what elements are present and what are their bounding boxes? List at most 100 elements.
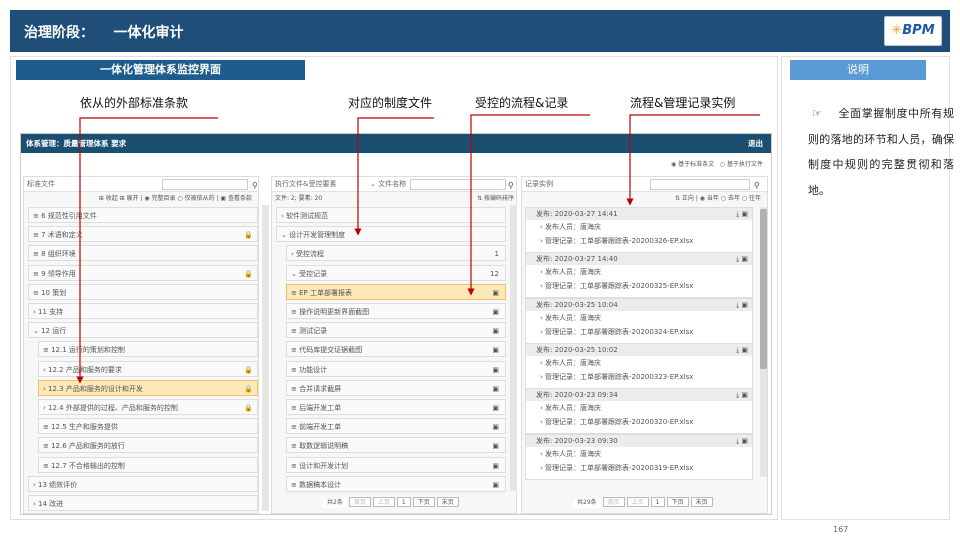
scrollbar-thumb[interactable] [760, 209, 767, 369]
view-icon[interactable]: ▣ [492, 285, 499, 299]
view-icon[interactable]: ▣ [492, 419, 499, 433]
tree-item-label: ≡ 7 术语和定义 [33, 231, 83, 240]
standard-search-input[interactable] [162, 179, 248, 190]
scrollbar[interactable] [262, 205, 269, 511]
pager-next-button[interactable]: 下页 [666, 497, 689, 507]
tree-item-label: › 12.3 产品和服务的设计和开发 [43, 384, 143, 393]
policy-item[interactable]: ≡ 合并请求截屏 ▣ [286, 379, 506, 396]
pager-page-button[interactable]: 1 [650, 497, 665, 507]
record-file-link[interactable]: › 管理记录：工单部署跟踪表-20200324-EP.xlsx [526, 325, 752, 339]
tree-item[interactable]: ≡ 12.5 生产和服务提供 [38, 418, 258, 435]
download-view-icons[interactable]: ⤓ ▣ [736, 253, 748, 265]
record-options[interactable]: ⇅ 正向 | ◉ 当年 ○ 去年 ○ 往年 [522, 192, 767, 205]
policy-item[interactable]: › 受控流程 1 [286, 245, 506, 262]
view-icon[interactable]: ▣ [492, 362, 499, 376]
policy-item[interactable]: ≡ 操作说明更新界面截图 ▣ [286, 303, 506, 319]
pager-first-button[interactable]: 首页 [348, 497, 371, 507]
download-view-icons[interactable]: ⤓ ▣ [736, 389, 748, 401]
pager-last-button[interactable]: 末页 [690, 497, 713, 507]
lock-icon: 🔒 [244, 269, 253, 278]
exit-link[interactable]: 退出 [748, 134, 763, 153]
download-view-icons[interactable]: ⤓ ▣ [736, 435, 748, 447]
tree-item[interactable]: › 11 支持 [28, 303, 258, 319]
pager-prev-button[interactable]: 上页 [372, 497, 395, 507]
tree-item[interactable]: › 12.3 产品和服务的设计和开发 🔒 [38, 379, 258, 396]
tree-item[interactable]: › 12.4 外部提供的过程、产品和服务的控制 🔒 [38, 399, 258, 415]
pager-page-button[interactable]: 1 [396, 497, 411, 507]
view-icon[interactable]: ▣ [492, 342, 499, 356]
tree-item-label: ≡ 12.7 不合格输出的控制 [43, 461, 125, 470]
tree-item[interactable]: ≡ 12.1 运行的策划和控制 [38, 341, 258, 358]
slide-header: 治理阶段： 一体化审计 ✳BPM [10, 10, 950, 52]
tree-item[interactable]: ≡ 6 规范性引用文件 [28, 207, 258, 223]
tree-item-label: ≡ 10 策划 [33, 288, 67, 297]
policy-item[interactable]: ≡ 后端开发工单 ▣ [286, 399, 506, 415]
pager-last-button[interactable]: 末页 [436, 497, 459, 507]
policy-item[interactable]: ≡ 功能设计 ▣ [286, 360, 506, 377]
tree-item[interactable]: ≡ 8 组织环境 [28, 245, 258, 262]
tree-item[interactable]: ≡ 7 术语和定义 🔒 [28, 226, 258, 243]
pager-next-button[interactable]: 下页 [412, 497, 435, 507]
record-file-link[interactable]: › 管理记录：工单部署跟踪表-20200320-EP.xlsx [526, 415, 752, 429]
policy-item[interactable]: › 软件测试规范 [276, 207, 506, 223]
policy-item[interactable]: ≡ 数据稿本设计 ▣ [286, 475, 506, 492]
policy-item[interactable]: ≡ EP 工单部署报表 ▣ [286, 283, 506, 300]
policy-item[interactable]: ≡ 设计和开发计划 ▣ [286, 456, 506, 473]
record-file-link[interactable]: › 管理记录：工单部署跟踪表-20200326-EP.xlsx [526, 234, 752, 248]
record-card: 发布: 2020-03-23 09:30 ⤓ ▣ › 发布人员：唐海庆 › 管理记录：… [525, 433, 753, 480]
policy-item-label: ≡ 功能设计 [291, 365, 328, 374]
record-card: 发布: 2020-03-27 14:40 ⤓ ▣ › 发布人员：唐海庆 › 管理记录：… [525, 252, 753, 299]
tree-item[interactable]: › 14 改进 [28, 495, 258, 511]
policy-item[interactable]: ≡ 前端开发工单 ▣ [286, 418, 506, 435]
tree-item[interactable]: ≡ 12.7 不合格输出的控制 [38, 456, 258, 473]
policy-item[interactable]: ⌄ 设计开发管理制度 [276, 226, 506, 243]
policy-item[interactable]: ≡ 代码库提交证据截图 ▣ [286, 341, 506, 358]
policy-search-input[interactable] [410, 179, 506, 190]
view-icon[interactable]: ▣ [492, 323, 499, 337]
view-icon[interactable]: ▣ [492, 438, 499, 452]
lock-icon: 🔒 [244, 404, 253, 412]
tree-item[interactable]: ≡ 9 领导作用 🔒 [28, 264, 258, 281]
download-view-icons[interactable]: ⤓ ▣ [736, 344, 748, 356]
download-view-icons[interactable]: ⤓ ▣ [736, 208, 748, 220]
view-icon[interactable]: ▣ [492, 458, 499, 472]
tree-item[interactable]: ≡ 10 策划 [28, 283, 258, 300]
tree-item[interactable]: › 13 绩效评价 [28, 475, 258, 492]
view-icon[interactable]: ▣ [492, 304, 499, 318]
policy-item-label: ≡ 取数逻辑说明稿 [291, 442, 349, 451]
search-icon[interactable]: ⚲ [754, 179, 760, 193]
view-icon[interactable]: ▣ [492, 477, 499, 491]
pager-prev-button[interactable]: 上页 [626, 497, 649, 507]
search-icon[interactable]: ⚲ [508, 179, 514, 193]
download-view-icons[interactable]: ⤓ ▣ [736, 299, 748, 311]
tree-item[interactable]: ≡ 12.6 产品和服务的放行 [38, 437, 258, 454]
tree-item[interactable]: › 12.2 产品和服务的要求 🔒 [38, 360, 258, 377]
record-file-link[interactable]: › 管理记录：工单部署跟踪表-20200323-EP.xlsx [526, 370, 752, 384]
record-pager[interactable]: 共29条 首页 上页 1 下页 末页 [572, 497, 714, 508]
policy-item[interactable]: ⌄ 受控记录 12 [286, 264, 506, 281]
record-date: 发布: 2020-03-23 09:34 ⤓ ▣ [526, 389, 752, 402]
record-date: 发布: 2020-03-23 09:30 ⤓ ▣ [526, 434, 752, 447]
pager-first-button[interactable]: 首页 [602, 497, 625, 507]
record-card: 发布: 2020-03-25 10:04 ⤓ ▣ › 发布人员：唐海庆 › 管理记录：… [525, 297, 753, 344]
sort-button[interactable]: ⇅ 按编码排序 [477, 192, 514, 205]
bpm-logo: ✳BPM [884, 16, 942, 46]
search-icon[interactable]: ⚲ [252, 179, 258, 193]
record-person: › 发布人员：唐海庆 [540, 404, 602, 413]
policy-item[interactable]: ≡ 取数逻辑说明稿 ▣ [286, 437, 506, 454]
view-icon[interactable]: ▣ [492, 381, 499, 395]
standard-options[interactable]: ⊞ 收起 ⊞ 展开 | ◉ 完整目录 ○ 仅被依从的 | ▣ 查看条款 [24, 192, 258, 205]
record-date-label: 发布: 2020-03-23 09:34 [536, 391, 618, 400]
policy-pager[interactable]: 共2条 首页 上页 1 下页 末页 [322, 497, 460, 508]
record-file-link[interactable]: › 管理记录：工单部署跟踪表-20200319-EP.xlsx [526, 461, 752, 475]
tree-item-label: ≡ 12.5 生产和服务提供 [43, 423, 118, 432]
policy-item-label: ≡ 设计和开发计划 [291, 461, 349, 470]
record-date: 发布: 2020-03-27 14:41 ⤓ ▣ [526, 208, 752, 220]
policy-item[interactable]: ≡ 测试记录 ▣ [286, 322, 506, 339]
record-search-input[interactable] [650, 179, 750, 190]
tree-item[interactable]: ⌄ 12 运行 [28, 322, 258, 339]
view-mode-radios[interactable]: ◉ 基于标准条文 ○ 基于执行文件 [671, 159, 763, 168]
record-file-link[interactable]: › 管理记录：工单部署跟踪表-20200325-EP.xlsx [526, 279, 752, 293]
view-icon[interactable]: ▣ [492, 400, 499, 414]
scrollbar[interactable] [510, 205, 517, 491]
